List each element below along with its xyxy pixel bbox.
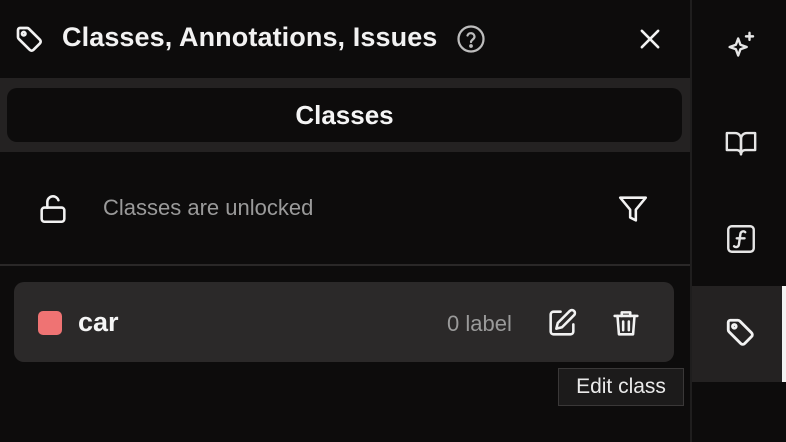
class-name: car xyxy=(78,307,119,337)
class-list-item[interactable]: car 0 label xyxy=(14,282,674,362)
unlock-icon[interactable] xyxy=(36,192,70,226)
panel-header: Classes, Annotations, Issues xyxy=(0,0,690,78)
class-label-count: 0 label xyxy=(447,311,512,336)
app-root: Classes, Annotations, Issues Classes Cla… xyxy=(0,0,786,442)
tag-icon xyxy=(726,318,754,346)
book-icon xyxy=(725,131,757,156)
lock-status-row: Classes are unlocked xyxy=(0,152,690,264)
classes-panel: Classes, Annotations, Issues Classes Cla… xyxy=(0,0,690,442)
sidebar-item-functions[interactable] xyxy=(692,192,786,288)
tabs-bar: Classes xyxy=(0,78,690,152)
filter-icon[interactable] xyxy=(616,192,650,226)
sparkles-icon xyxy=(728,31,755,57)
panel-title: Classes, Annotations, Issues xyxy=(62,22,438,52)
edit-class-tooltip: Edit class xyxy=(558,368,684,406)
sidebar-item-docs[interactable] xyxy=(692,96,786,192)
sidebar-item-classes[interactable] xyxy=(692,286,786,382)
help-circle-icon[interactable] xyxy=(456,24,486,54)
tab-classes[interactable]: Classes xyxy=(7,88,682,142)
class-color-swatch xyxy=(38,311,62,335)
function-icon xyxy=(727,225,755,253)
trash-icon[interactable] xyxy=(609,306,643,340)
sidebar-item-ai[interactable] xyxy=(692,0,786,96)
tag-icon xyxy=(14,24,46,56)
lock-status-text: Classes are unlocked xyxy=(103,195,314,220)
edit-icon[interactable] xyxy=(545,306,579,340)
divider xyxy=(0,264,690,266)
close-icon[interactable] xyxy=(636,25,664,53)
right-sidebar xyxy=(690,0,786,442)
